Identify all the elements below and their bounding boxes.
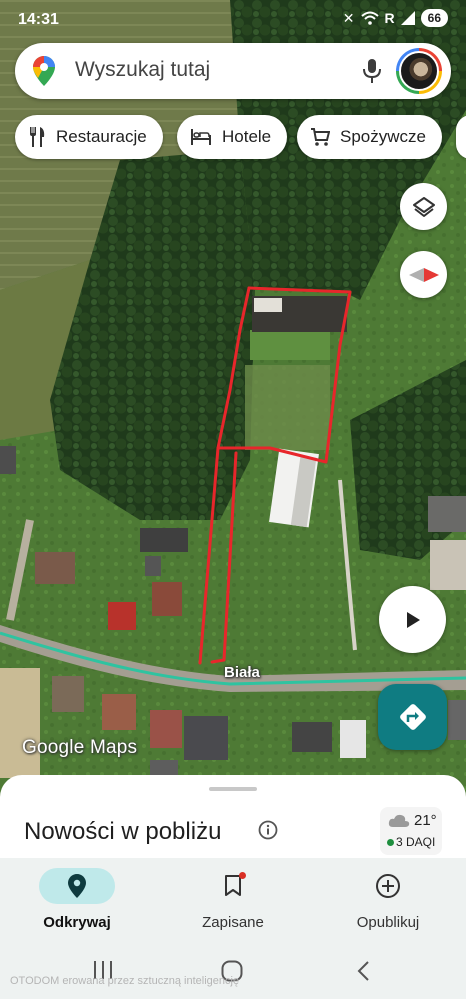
info-icon[interactable]	[258, 820, 278, 840]
weather-aqi: 3 DAQI	[396, 835, 436, 849]
google-maps-pin-icon	[33, 56, 55, 86]
nav-label: Opublikuj	[356, 914, 420, 931]
directions-icon	[399, 704, 426, 730]
fork-knife-icon	[30, 127, 45, 147]
location-pin-icon	[68, 874, 86, 898]
watermark: OTODOM erowana przez sztuczną inteligenc…	[10, 975, 240, 987]
account-avatar[interactable]	[396, 48, 442, 94]
street-label: Biała	[224, 664, 260, 681]
chip-hotels[interactable]: Hotele	[177, 115, 288, 159]
layers-icon	[412, 196, 435, 217]
cloud-icon	[388, 814, 410, 827]
shopping-cart-icon	[311, 128, 330, 146]
sheet-title: Nowości w pobliżu	[24, 818, 222, 845]
nav-item-saved[interactable]: Zapisane	[173, 868, 293, 931]
battery-indicator: 66	[420, 9, 448, 27]
search-bar[interactable]: Wyszukaj tutaj	[15, 43, 451, 99]
avatar-photo	[399, 51, 439, 91]
mute-icon: ✕	[342, 9, 355, 26]
play-button[interactable]	[379, 586, 446, 653]
signal-icon	[400, 11, 415, 25]
nav-pill	[195, 868, 271, 904]
notification-dot	[239, 872, 246, 879]
google-maps-logo: Google Maps	[22, 737, 138, 758]
layers-button[interactable]	[400, 183, 447, 230]
weather-temperature: 21°	[414, 812, 437, 829]
microphone-icon[interactable]	[362, 58, 382, 84]
bottom-navigation: Odkrywaj Zapisane Opublikuj	[0, 858, 466, 943]
status-time: 14:31	[18, 11, 59, 28]
weather-widget[interactable]: 21° 3 DAQI	[380, 807, 442, 855]
bookmark-icon	[225, 875, 241, 896]
compass-icon	[408, 267, 439, 282]
bed-icon	[191, 129, 211, 145]
system-navigation-bar: OTODOM erowana przez sztuczną inteligenc…	[0, 943, 466, 999]
back-icon[interactable]	[356, 960, 370, 982]
status-bar: 14:31 ✕ R 66	[0, 0, 466, 40]
wifi-icon	[360, 11, 379, 25]
aqi-status-dot	[387, 839, 394, 846]
nav-label: Zapisane	[202, 914, 264, 931]
chip-groceries[interactable]: Spożywcze	[297, 115, 442, 159]
play-icon	[406, 611, 420, 628]
nav-pill-active	[39, 868, 115, 904]
bottom-sheet[interactable]: Nowości w pobliżu 21° 3 DAQI	[0, 775, 466, 865]
nav-label: Odkrywaj	[43, 914, 111, 931]
chip-label: Hotele	[222, 127, 272, 146]
compass-button[interactable]	[400, 251, 447, 298]
signal-label: R	[384, 10, 395, 26]
chip-restaurants[interactable]: Restauracje	[15, 115, 163, 159]
add-circle-icon	[376, 874, 400, 898]
directions-button[interactable]	[378, 684, 447, 750]
nav-pill	[350, 868, 426, 904]
search-input[interactable]: Wyszukaj tutaj	[75, 58, 210, 82]
sheet-drag-handle[interactable]	[209, 787, 257, 791]
status-icons: ✕ R 66	[343, 9, 448, 27]
chip-label: Restauracje	[56, 127, 147, 146]
nav-item-explore[interactable]: Odkrywaj	[17, 868, 137, 931]
nav-item-contribute[interactable]: Opublikuj	[328, 868, 448, 931]
chip-label: Spożywcze	[340, 127, 426, 146]
